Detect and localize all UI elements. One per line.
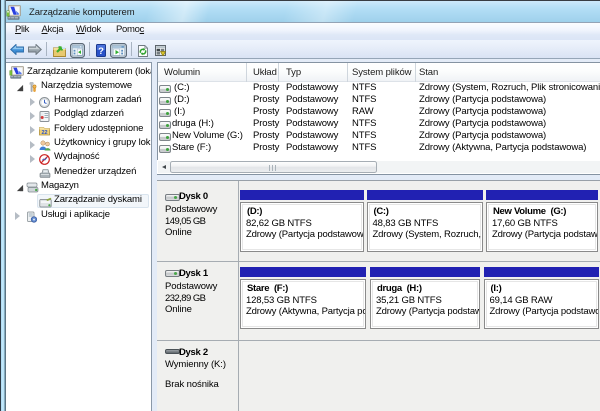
- svg-text:22: 22: [42, 130, 48, 136]
- svg-text:?: ?: [98, 46, 104, 57]
